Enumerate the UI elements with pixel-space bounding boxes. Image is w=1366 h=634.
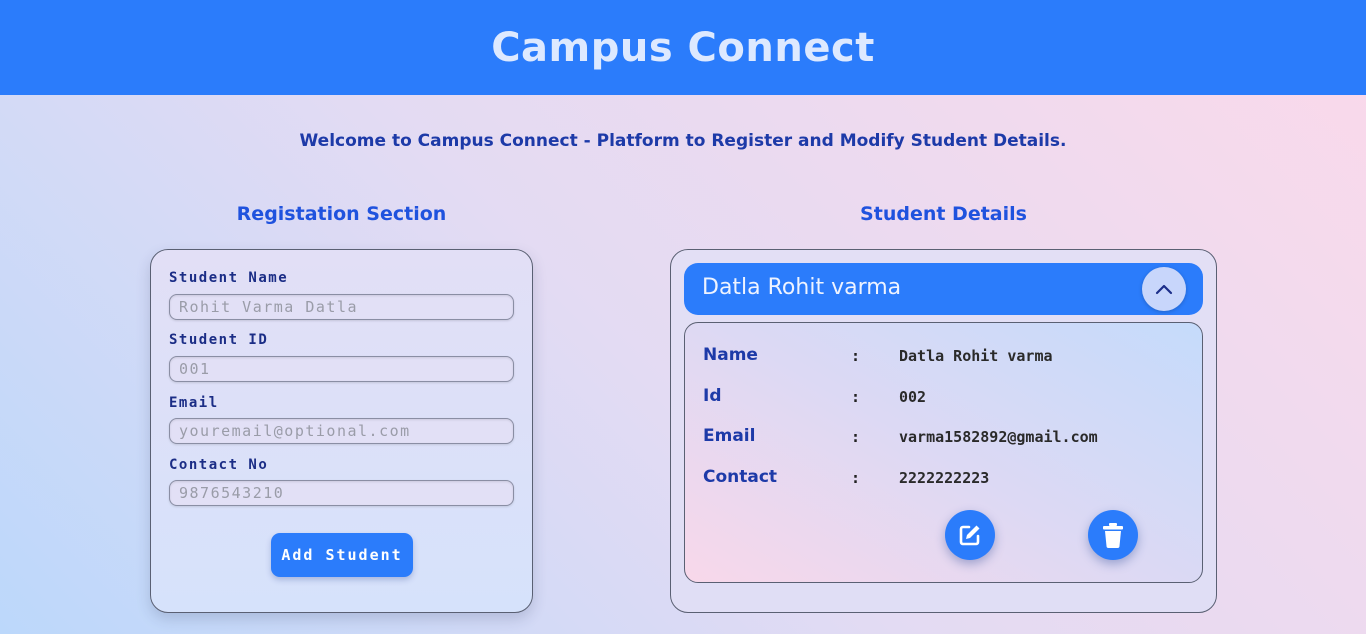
add-student-button[interactable]: Add Student xyxy=(271,533,413,577)
app-title: Campus Connect xyxy=(491,24,875,71)
accordion-toggle-button[interactable] xyxy=(1142,267,1186,311)
detail-label: Contact xyxy=(703,467,778,487)
delete-student-button[interactable] xyxy=(1088,510,1138,560)
detail-row-id: Id : 002 xyxy=(703,386,1183,410)
app-header: Campus Connect xyxy=(0,0,1366,95)
student-name-label: Student Name xyxy=(169,270,289,286)
student-accordion-name: Datla Rohit varma xyxy=(702,275,902,300)
edit-student-button[interactable] xyxy=(945,510,995,560)
student-name-input[interactable] xyxy=(169,294,514,320)
email-input[interactable] xyxy=(169,418,514,444)
email-label: Email xyxy=(169,395,219,411)
detail-value: 002 xyxy=(899,388,927,406)
contact-no-label: Contact No xyxy=(169,457,269,473)
registration-section-title: Registation Section xyxy=(236,203,447,225)
edit-icon xyxy=(959,525,980,546)
detail-row-email: Email : varma1582892@gmail.com xyxy=(703,426,1183,450)
contact-no-input[interactable] xyxy=(169,480,514,506)
student-id-input[interactable] xyxy=(169,356,514,382)
detail-row-name: Name : Datla Rohit varma xyxy=(703,345,1183,369)
trash-icon xyxy=(1103,523,1123,548)
student-details-card: Datla Rohit varma Name : Datla Rohit var… xyxy=(670,249,1217,613)
detail-value: 2222222223 xyxy=(899,469,990,487)
student-accordion-header[interactable]: Datla Rohit varma xyxy=(684,263,1203,315)
detail-separator: : xyxy=(851,428,861,446)
detail-separator: : xyxy=(851,388,861,406)
detail-value: Datla Rohit varma xyxy=(899,347,1053,365)
student-id-label: Student ID xyxy=(169,332,269,348)
student-accordion-body: Name : Datla Rohit varma Id : 002 Email … xyxy=(684,322,1203,583)
chevron-up-icon xyxy=(1155,284,1173,295)
student-details-title: Student Details xyxy=(860,203,1027,225)
welcome-message: Welcome to Campus Connect - Platform to … xyxy=(299,131,1067,151)
detail-label: Email xyxy=(703,426,756,446)
detail-label: Name xyxy=(703,345,758,365)
detail-separator: : xyxy=(851,347,861,365)
detail-row-contact: Contact : 2222222223 xyxy=(703,467,1183,491)
detail-value: varma1582892@gmail.com xyxy=(899,428,1098,446)
registration-form: Student Name Student ID Email Contact No… xyxy=(150,249,533,613)
detail-separator: : xyxy=(851,469,861,487)
detail-label: Id xyxy=(703,386,722,406)
